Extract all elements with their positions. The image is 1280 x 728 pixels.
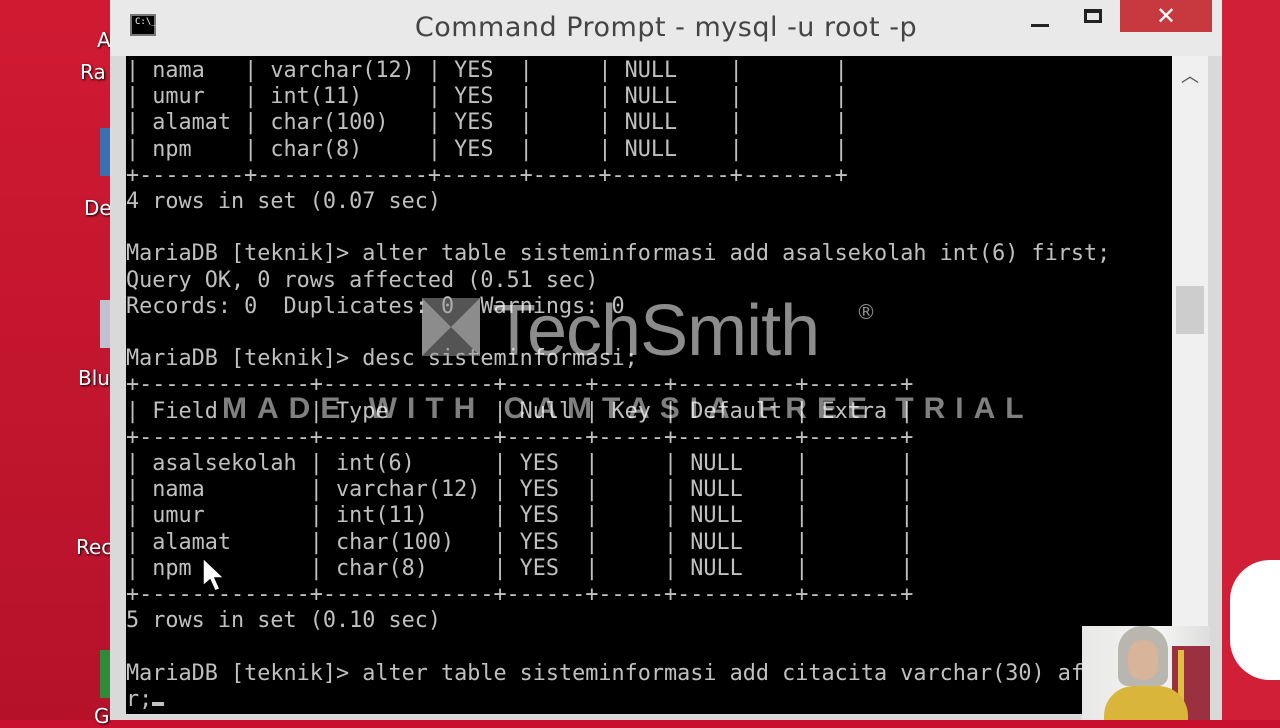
desktop-icon-label[interactable]: De — [84, 196, 112, 220]
close-button[interactable]: ✕ — [1120, 0, 1212, 32]
watermark-registered: ® — [856, 300, 876, 324]
techsmith-logo-icon — [422, 298, 480, 356]
desktop-icon[interactable] — [100, 650, 110, 698]
desktop-icon-label[interactable]: Rec — [76, 535, 112, 559]
mouse-pointer-icon — [202, 556, 226, 592]
text-cursor — [152, 701, 165, 706]
console-line: | umur | int(11) | YES | | NULL | | — [126, 84, 848, 110]
presenter-face — [1128, 640, 1158, 680]
console-line: | alamat | char(100) | YES | | NULL | | — [126, 110, 848, 136]
console-line: Query OK, 0 rows affected (0.51 sec) — [126, 267, 599, 293]
console-line: MariaDB [teknik]> alter table sisteminfo… — [126, 660, 1084, 686]
console-line: | npm | char(8) | YES | | NULL | | — [126, 136, 848, 162]
wallpaper-shape — [1230, 560, 1280, 680]
console-line: +-------------+-------------+------+----… — [126, 582, 914, 608]
title-bar[interactable]: C:\_ Command Prompt - mysql -u root -p ✕ — [110, 0, 1222, 56]
console-text: | nama | varchar(12) | YES | | NULL | | … — [126, 58, 1110, 713]
presenter-body — [1104, 686, 1188, 720]
desktop-icon-label[interactable]: G — [94, 704, 110, 728]
watermark-brand: TechSmith — [492, 291, 820, 371]
watermark-caption: MADE WITH CAMTASIA FREE TRIAL — [222, 392, 1034, 425]
console-line: | umur | int(11) | YES | | NULL | | — [126, 503, 914, 529]
console-line: | nama | varchar(12) | YES | | NULL | | — [126, 58, 848, 83]
console-line: MariaDB [teknik]> alter table sisteminfo… — [126, 241, 1111, 267]
webcam-overlay — [1082, 626, 1210, 720]
console-line: 5 rows in set (0.10 sec) — [126, 608, 441, 634]
console-line: | npm | char(8) | YES | | NULL | | — [126, 555, 914, 581]
console-input-line[interactable]: r; — [126, 687, 152, 712]
maximize-icon — [1084, 9, 1102, 23]
minimize-icon — [1031, 23, 1049, 27]
desktop-background — [0, 0, 110, 720]
desktop-icon[interactable] — [100, 300, 110, 348]
console-line: 4 rows in set (0.07 sec) — [126, 189, 441, 215]
maximize-button[interactable] — [1070, 0, 1116, 32]
close-icon: ✕ — [1155, 2, 1177, 30]
vertical-scrollbar[interactable]: ︿ — [1172, 56, 1208, 714]
desktop-background-right — [1222, 0, 1280, 720]
desktop-icon-label[interactable]: A — [97, 28, 111, 52]
minimize-button[interactable] — [1017, 0, 1063, 32]
console-output[interactable]: | nama | varchar(12) | YES | | NULL | | … — [126, 56, 1172, 714]
desktop-icon-label[interactable]: Blu — [78, 366, 110, 390]
scroll-up-icon[interactable]: ︿ — [1172, 62, 1208, 92]
desktop-icon-label[interactable]: Ra — [80, 60, 106, 84]
desktop-icon[interactable] — [100, 128, 110, 176]
console-line: | asalsekolah | int(6) | YES | | NULL | … — [126, 451, 914, 477]
console-line: | nama | varchar(12) | YES | | NULL | | — [126, 477, 914, 503]
console-line: +-------------+-------------+------+----… — [126, 424, 914, 450]
console-line: | alamat | char(100) | YES | | NULL | | — [126, 529, 914, 555]
scroll-thumb[interactable] — [1176, 286, 1204, 334]
console-line: +--------+-------------+------+-----+---… — [126, 162, 848, 188]
